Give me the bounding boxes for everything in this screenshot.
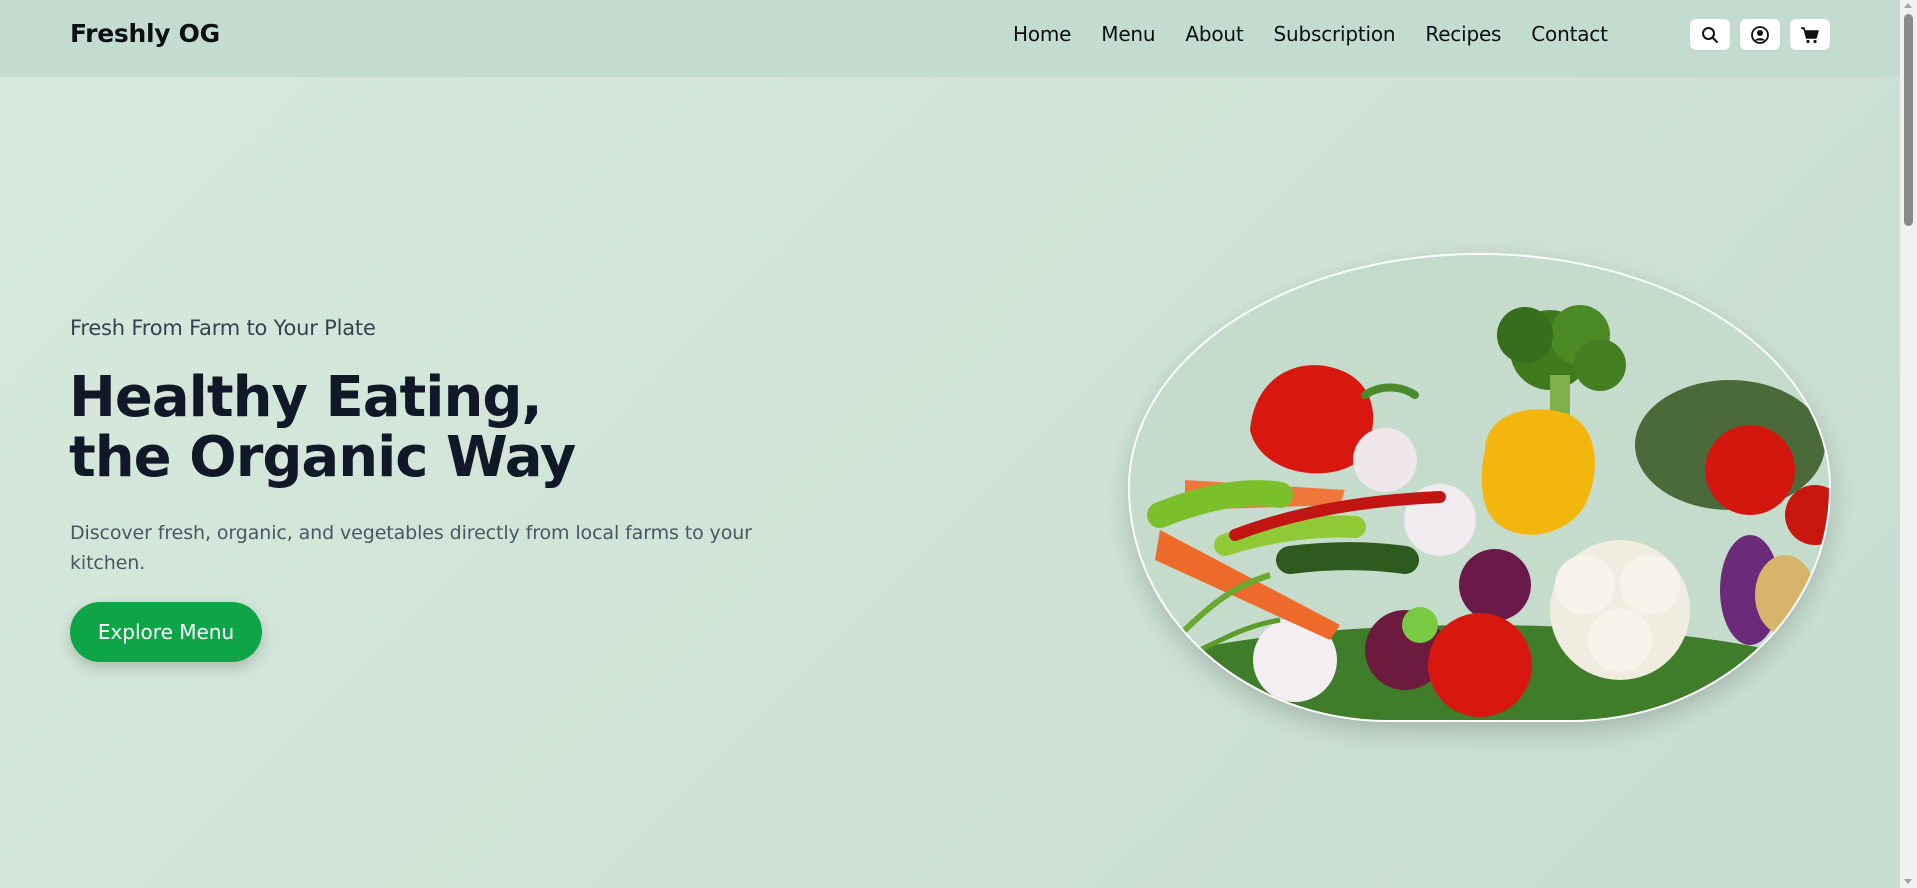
nav-contact[interactable]: Contact [1531,22,1608,46]
hero-kicker: Fresh From Farm to Your Plate [70,316,376,340]
scroll-down-icon[interactable] [1904,879,1912,884]
cart-icon [1801,26,1819,43]
hero-headline: Healthy Eating, the Organic Way [69,365,576,490]
nav-menu[interactable]: Menu [1101,22,1155,46]
scroll-up-icon[interactable] [1904,3,1912,8]
hero-headline-line1: Healthy Eating, [69,365,543,430]
hero-headline-line2: the Organic Way [69,425,576,490]
nav-about[interactable]: About [1185,22,1243,46]
hero-vegetable-image [1128,253,1831,722]
account-button[interactable] [1740,19,1780,50]
explore-menu-button[interactable]: Explore Menu [70,602,262,662]
vegetables-illustration [1130,255,1829,720]
nav-subscription[interactable]: Subscription [1274,22,1396,46]
scrollbar-thumb[interactable] [1904,14,1913,226]
search-icon [1702,26,1718,43]
top-navbar: Freshly OG Home Menu About Subscription … [0,0,1900,77]
brand-logo[interactable]: Freshly OG [70,19,220,48]
nav-home[interactable]: Home [1013,22,1071,46]
landing-page: Freshly OG Home Menu About Subscription … [0,0,1900,888]
nav-recipes[interactable]: Recipes [1425,22,1501,46]
user-icon [1751,25,1769,44]
header-actions [1690,19,1830,50]
cart-button[interactable] [1790,19,1830,50]
main-nav: Home Menu About Subscription Recipes Con… [1013,22,1608,46]
hero-description: Discover fresh, organic, and vegetables … [70,522,752,574]
page-scrollbar[interactable] [1900,0,1917,888]
search-button[interactable] [1690,19,1730,50]
